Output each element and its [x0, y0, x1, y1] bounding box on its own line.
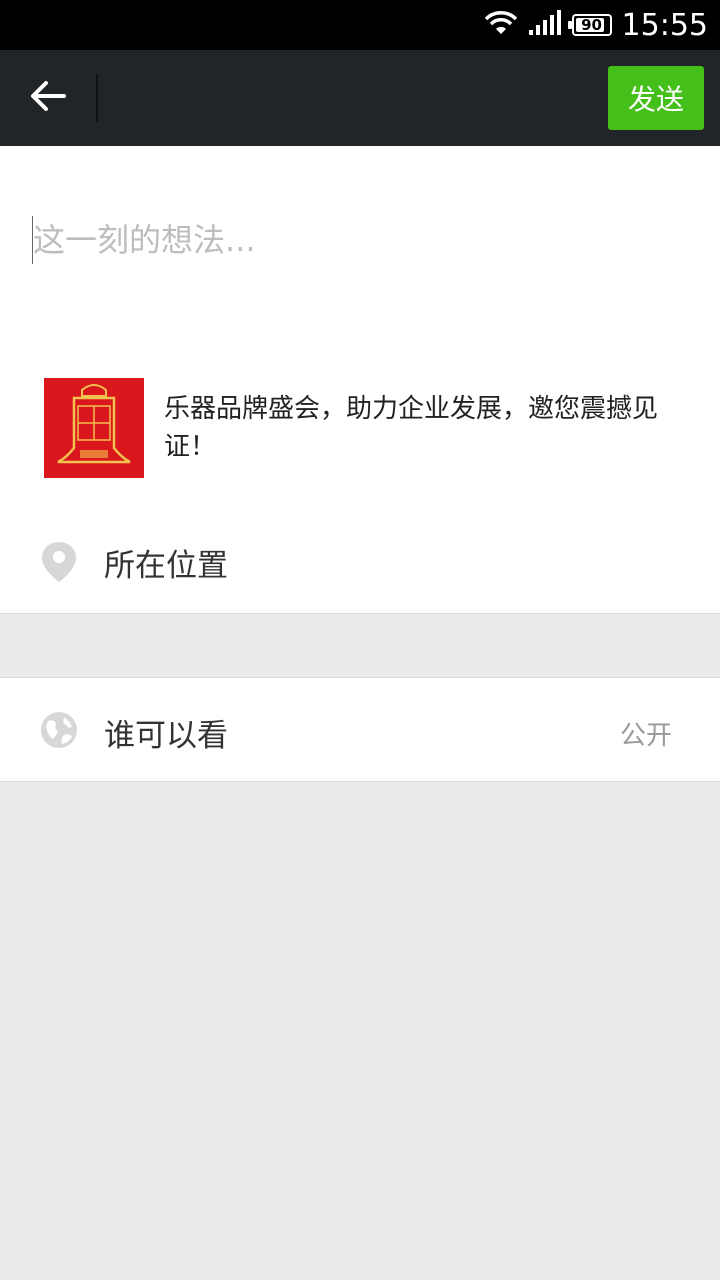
back-button[interactable] — [18, 68, 78, 128]
status-bar: 90 15:55 — [0, 0, 720, 50]
back-arrow-icon — [30, 80, 66, 116]
compose-panel: 乐器品牌盛会，助力企业发展，邀您震撼见证！ 所在位置 — [0, 146, 720, 614]
shared-link-card[interactable]: 乐器品牌盛会，助力企业发展，邀您震撼见证！ — [44, 378, 684, 478]
wifi-icon — [484, 10, 518, 40]
send-button[interactable]: 发送 — [608, 66, 704, 130]
visibility-row[interactable]: 谁可以看 公开 — [0, 678, 720, 782]
battery-icon: 90 — [567, 14, 612, 36]
thought-input[interactable] — [32, 216, 688, 264]
location-label: 所在位置 — [104, 548, 228, 584]
signal-icon — [528, 10, 562, 40]
battery-level: 90 — [581, 16, 602, 34]
divider — [0, 613, 720, 614]
shared-link-title: 乐器品牌盛会，助力企业发展，邀您震撼见证！ — [164, 394, 659, 462]
location-row[interactable]: 所在位置 — [0, 510, 720, 614]
visibility-label: 谁可以看 — [104, 718, 228, 754]
top-toolbar: 发送 — [0, 50, 720, 146]
divider — [0, 781, 720, 782]
status-indicators: 90 15:55 — [484, 0, 708, 50]
location-pin-icon — [40, 540, 78, 584]
toolbar-divider — [96, 74, 98, 122]
visibility-value: 公开 — [619, 721, 672, 751]
globe-icon — [40, 711, 78, 749]
event-logo-thumbnail — [44, 378, 144, 478]
clock: 15:55 — [621, 7, 708, 43]
